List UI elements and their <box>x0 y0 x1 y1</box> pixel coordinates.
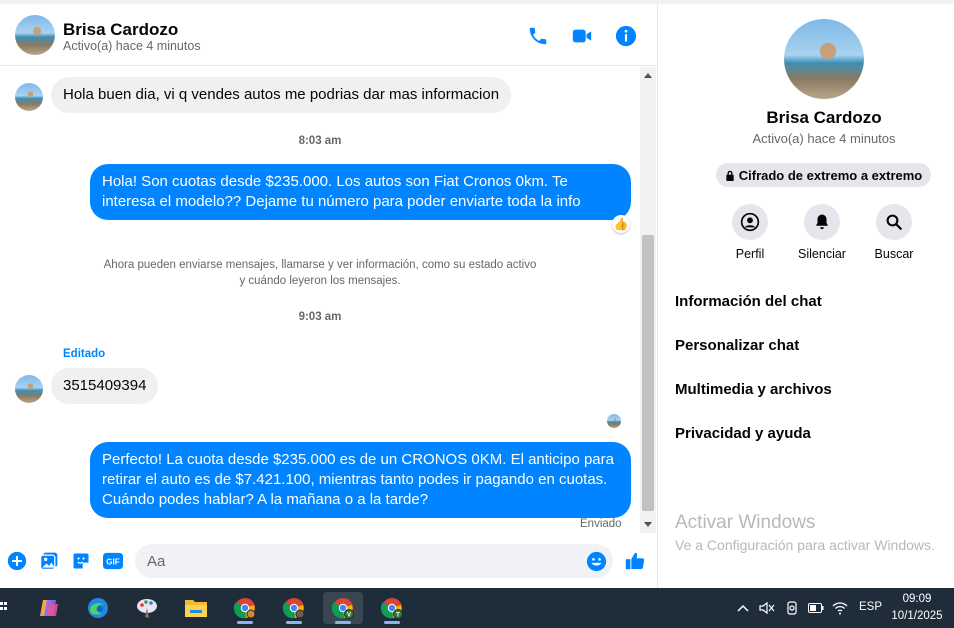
paint-icon[interactable] <box>127 592 167 624</box>
message-list: Hola buen dia, vi q vendes autos me podr… <box>0 67 640 533</box>
scrollbar-thumb[interactable] <box>642 235 654 511</box>
search-label: Buscar <box>874 247 914 261</box>
lock-icon <box>726 170 734 181</box>
message-avatar[interactable] <box>15 375 43 403</box>
profile-icon <box>732 204 768 240</box>
chat-header: Brisa Cardozo Activo(a) hace 4 minutos <box>0 4 657 66</box>
copilot-icon[interactable] <box>29 592 69 624</box>
thumbs-up-icon[interactable] <box>624 550 646 572</box>
incoming-message[interactable]: 3515409394 <box>51 368 159 404</box>
incoming-message[interactable]: Hola buen dia, vi q vendes autos me podr… <box>51 77 512 113</box>
phone-icon[interactable] <box>526 24 550 48</box>
chrome-profile-v-icon[interactable]: V <box>323 592 363 624</box>
chrome-profile-icon[interactable] <box>274 592 314 624</box>
system-clock[interactable]: 09:09 10/1/2025 <box>880 591 954 625</box>
chrome-icon[interactable] <box>225 592 265 624</box>
contact-status: Activo(a) hace 4 minutos <box>63 39 201 53</box>
speaker-muted-icon[interactable] <box>759 600 775 616</box>
windows-taskbar: V T ESP 09:09 10/1/2025 <box>0 588 954 628</box>
info-contact-status: Activo(a) hace 4 minutos <box>752 131 896 146</box>
chrome-profile-t-icon[interactable]: T <box>372 592 412 624</box>
sticker-icon[interactable] <box>70 550 92 572</box>
emoji-icon[interactable] <box>585 550 607 572</box>
file-explorer-icon[interactable] <box>176 592 216 624</box>
running-indicator <box>384 621 400 624</box>
mute-button[interactable]: Silenciar <box>787 204 857 261</box>
profile-letter: T <box>396 613 400 619</box>
activation-watermark-title: Activar Windows <box>675 512 816 533</box>
edge-icon[interactable] <box>78 592 118 624</box>
message-composer: GIF <box>0 538 657 586</box>
info-contact-name: Brisa Cardozo <box>766 108 882 127</box>
contact-name[interactable]: Brisa Cardozo <box>63 20 178 40</box>
sent-status: Enviado <box>580 518 622 530</box>
edited-label: Editado <box>63 348 106 360</box>
running-indicator <box>286 621 302 624</box>
profile-letter: V <box>347 613 351 619</box>
device-icon[interactable] <box>785 600 799 616</box>
outgoing-message[interactable]: Hola! Son cuotas desde $235.000. Los aut… <box>90 164 631 220</box>
contact-profile-avatar[interactable] <box>784 19 864 99</box>
info-icon[interactable] <box>614 24 638 48</box>
bell-icon <box>804 204 840 240</box>
encryption-badge[interactable]: Cifrado de extremo a extremo <box>716 163 931 187</box>
chat-info-panel: Brisa Cardozo Activo(a) hace 4 minutos C… <box>658 4 954 588</box>
menu-customize-chat[interactable]: Personalizar chat <box>675 337 799 354</box>
widgets-icon[interactable] <box>0 600 8 616</box>
scroll-down-arrow-icon[interactable] <box>640 519 656 531</box>
activation-watermark-subtitle: Ve a Configuración para activar Windows. <box>675 537 935 553</box>
wifi-icon[interactable] <box>832 600 848 616</box>
search-icon <box>876 204 912 240</box>
message-scrollbar[interactable] <box>640 67 656 533</box>
running-indicator <box>237 621 253 624</box>
outgoing-message[interactable]: Perfecto! La cuota desde $235.000 es de … <box>90 442 631 518</box>
search-button[interactable]: Buscar <box>859 204 929 261</box>
running-indicator <box>335 621 351 624</box>
timestamp: 9:03 am <box>298 311 342 323</box>
contact-avatar[interactable] <box>15 15 55 55</box>
timestamp: 8:03 am <box>298 135 342 147</box>
clock-date: 10/1/2025 <box>891 610 943 622</box>
image-icon[interactable] <box>38 550 60 572</box>
chat-panel: Brisa Cardozo Activo(a) hace 4 minutos H… <box>0 4 657 588</box>
menu-privacy-help[interactable]: Privacidad y ayuda <box>675 425 811 442</box>
profile-label: Perfil <box>735 247 765 261</box>
gif-icon-label: GIF <box>106 558 120 567</box>
system-notice: Ahora pueden enviarse mensajes, llamarse… <box>103 259 537 287</box>
mute-label: Silenciar <box>798 247 846 261</box>
read-receipt-avatar <box>607 414 621 428</box>
clock-time: 09:09 <box>902 593 932 605</box>
reaction-badge[interactable]: 👍 <box>612 215 630 233</box>
plus-circle-icon[interactable] <box>6 550 28 572</box>
input-language-indicator[interactable]: ESP <box>859 601 882 613</box>
chevron-up-icon[interactable] <box>736 600 750 616</box>
message-avatar[interactable] <box>15 83 43 111</box>
message-input[interactable] <box>135 544 613 578</box>
gif-icon[interactable]: GIF <box>102 550 124 572</box>
menu-chat-info[interactable]: Información del chat <box>675 293 822 310</box>
encryption-label: Cifrado de extremo a extremo <box>738 167 923 183</box>
scroll-up-arrow-icon[interactable] <box>640 69 656 81</box>
video-camera-icon[interactable] <box>570 24 594 48</box>
battery-icon[interactable] <box>807 600 825 616</box>
profile-button[interactable]: Perfil <box>715 204 785 261</box>
menu-media-files[interactable]: Multimedia y archivos <box>675 381 832 398</box>
